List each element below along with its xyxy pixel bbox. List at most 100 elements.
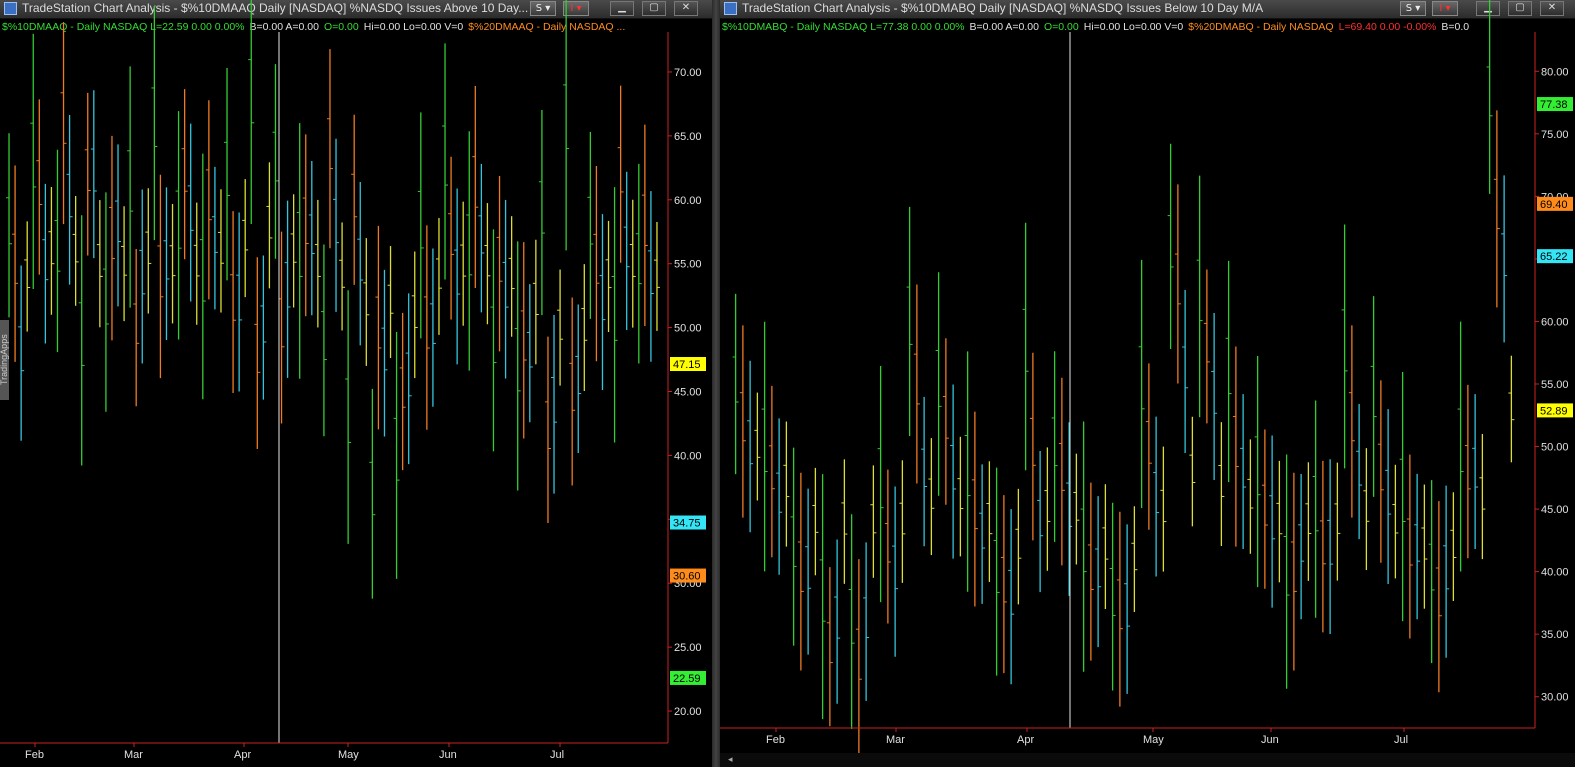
ohlc-bar: [96, 200, 103, 328]
ohlc-bar: [127, 66, 134, 308]
ohlc-bar: [1160, 446, 1167, 572]
y-tick-label: 60.00: [674, 195, 702, 207]
ohlc-bar: [826, 567, 833, 727]
ohlc-bar: [754, 392, 761, 501]
ohlc-bar: [151, 6, 158, 241]
ohlc-bar: [805, 488, 812, 655]
ohlc-bar: [423, 225, 430, 430]
ohlc-bar: [1356, 403, 1363, 540]
y-tick-label: 25.00: [674, 642, 702, 654]
x-tick-label: Feb: [766, 734, 785, 746]
ohlc-bar: [1131, 506, 1138, 612]
price-label-text: 30.60: [673, 571, 701, 583]
ohlc-bar: [24, 221, 31, 332]
ohlc-bar: [236, 212, 243, 392]
ohlc-bar: [18, 265, 25, 441]
ohlc-bar: [284, 200, 291, 378]
ohlc-bar: [478, 163, 485, 313]
ohlc-bar: [877, 366, 884, 603]
ohlc-bar: [399, 312, 406, 471]
ohlc-bar: [1073, 453, 1080, 565]
ohlc-bar: [819, 474, 826, 720]
left-plot[interactable]: 20.0025.0030.0035.0040.0045.0050.0055.00…: [0, 0, 712, 767]
right-chart-window: TradeStation Chart Analysis - $%10DMABQ …: [720, 0, 1575, 767]
ohlc-bar: [1058, 377, 1065, 566]
ohlc-bar: [768, 385, 775, 558]
ohlc-bar: [587, 131, 594, 319]
ohlc-bar: [30, 33, 37, 289]
ohlc-bar: [1044, 447, 1051, 571]
ohlc-bar: [1211, 312, 1218, 481]
price-label-text: 65.22: [1540, 251, 1568, 263]
ohlc-bar: [892, 486, 899, 657]
ohlc-bar: [472, 85, 479, 289]
ohlc-bar: [357, 182, 364, 346]
ohlc-bar: [42, 183, 49, 344]
x-tick-label: Apr: [1017, 734, 1034, 746]
ohlc-bar: [641, 124, 648, 327]
price-label-text: 52.89: [1540, 405, 1568, 417]
ohlc-bar: [1298, 473, 1305, 620]
ohlc-bar: [964, 351, 971, 592]
ohlc-bar: [115, 144, 122, 307]
y-tick-label: 20.00: [674, 706, 702, 718]
ohlc-bar: [1116, 511, 1123, 707]
ohlc-bar: [66, 114, 73, 285]
ohlc-bar: [84, 92, 91, 256]
ohlc-bar: [290, 194, 297, 308]
ohlc-bar: [411, 251, 418, 379]
ohlc-bar: [308, 160, 315, 316]
ohlc-bar: [563, 0, 570, 251]
y-tick-label: 60.00: [1541, 316, 1569, 328]
ohlc-bar: [363, 238, 370, 366]
ohlc-bar: [1109, 502, 1116, 691]
ohlc-bar: [1080, 421, 1087, 672]
ohlc-bar: [448, 156, 455, 320]
ohlc-bar: [1319, 460, 1326, 633]
ohlc-bar: [971, 411, 978, 607]
ohlc-bar: [557, 269, 564, 386]
x-tick-label: May: [1143, 734, 1164, 746]
scroll-left-icon[interactable]: ◂: [728, 755, 733, 765]
ohlc-bar: [739, 325, 746, 518]
ohlc-bar: [163, 187, 170, 341]
ohlc-bar: [387, 246, 394, 358]
left-chart-window: TradeStation Chart Analysis - $%10DMAAQ …: [0, 0, 712, 767]
ohlc-bar: [345, 290, 352, 544]
ohlc-bar: [611, 187, 618, 443]
x-tick-label: Jun: [1261, 734, 1279, 746]
ohlc-bar: [133, 248, 140, 407]
ohlc-bar: [870, 465, 877, 578]
horizontal-scrollbar[interactable]: ◂: [720, 753, 1575, 767]
ohlc-bar: [169, 203, 176, 324]
ohlc-bar: [224, 67, 231, 281]
ohlc-bar: [1370, 296, 1377, 497]
tradingapps-side-tab[interactable]: TradingApps: [0, 320, 9, 400]
ohlc-bar: [1305, 462, 1312, 581]
right-plot[interactable]: 30.0035.0040.0045.0050.0055.0060.0065.00…: [720, 0, 1575, 767]
ohlc-bar: [1203, 269, 1210, 424]
ohlc-bar: [1283, 454, 1290, 689]
ohlc-bar: [36, 99, 43, 275]
window-splitter[interactable]: [712, 0, 720, 767]
y-tick-label: 35.00: [1541, 629, 1569, 641]
ohlc-bar: [1138, 259, 1145, 509]
ohlc-bar: [526, 284, 533, 423]
ohlc-bar: [381, 269, 388, 437]
ohlc-bar: [979, 464, 986, 604]
price-label-text: 22.59: [673, 673, 701, 685]
ohlc-bar: [1414, 473, 1421, 620]
x-tick-label: May: [338, 749, 359, 761]
ohlc-bar: [1102, 484, 1109, 610]
ohlc-bar: [797, 472, 804, 671]
y-tick-label: 50.00: [674, 323, 702, 335]
ohlc-bar: [1472, 394, 1479, 550]
ohlc-bar: [884, 469, 891, 624]
ohlc-bar: [211, 166, 218, 310]
ohlc-bar: [417, 112, 424, 339]
ohlc-bar: [732, 293, 739, 475]
y-tick-label: 45.00: [674, 387, 702, 399]
ohlc-bar: [1225, 260, 1232, 483]
ohlc-bar: [272, 64, 279, 259]
ohlc-bar: [181, 89, 188, 260]
